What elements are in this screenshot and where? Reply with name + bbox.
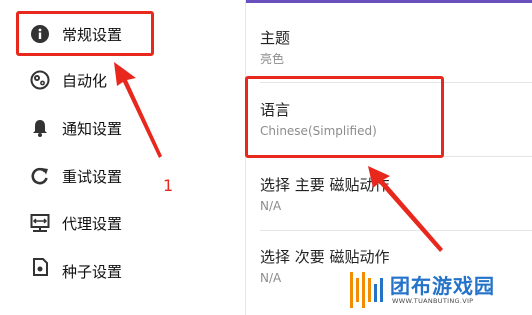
- arrow-icon: [368, 166, 443, 252]
- watermark-url: WWW.TUANBUTING.VIP: [392, 297, 474, 305]
- watermark-name: 团布游戏园: [390, 274, 495, 298]
- annotation-number: 1: [163, 176, 174, 195]
- watermark: 团布游戏园 WWW.TUANBUTING.VIP: [346, 268, 532, 313]
- watermark-logo-icon: [350, 272, 383, 308]
- arrow-icon: [114, 62, 162, 158]
